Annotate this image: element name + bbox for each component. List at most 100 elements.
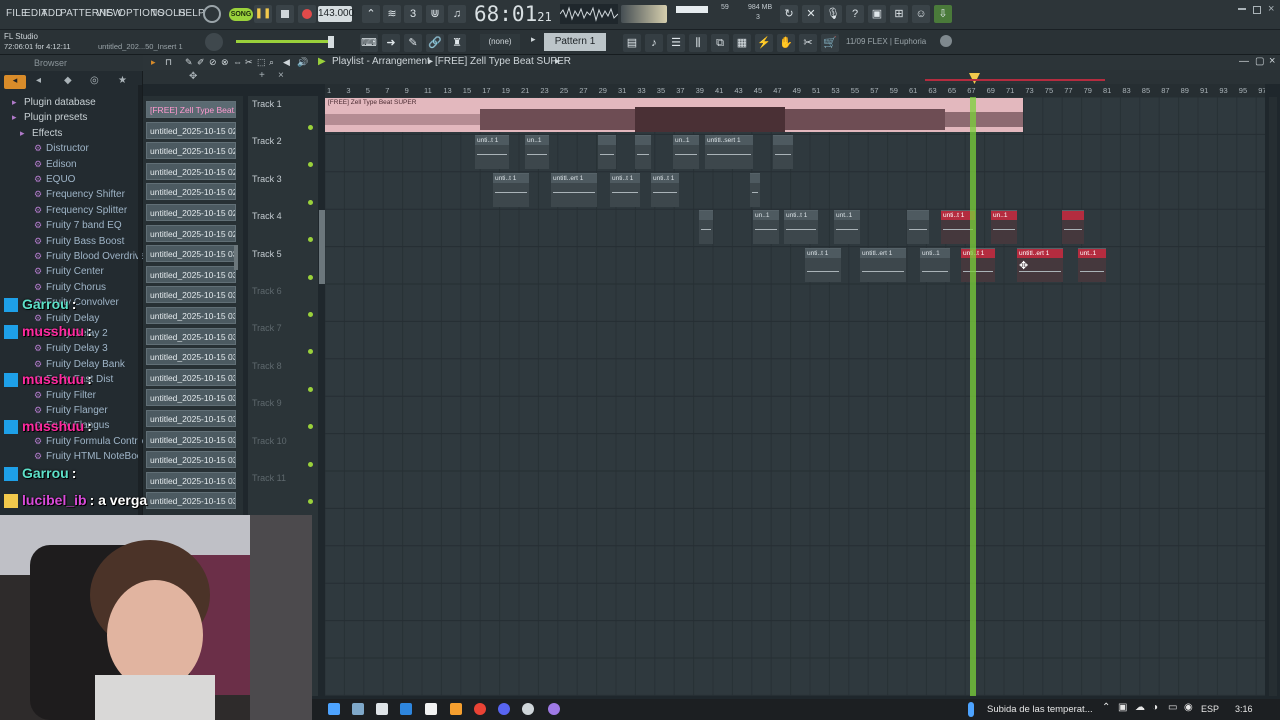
pencil-icon[interactable]: ✎	[404, 34, 422, 52]
pattern-clip[interactable]: unti..t 1	[610, 172, 640, 207]
pattern-clip[interactable]: unt..1	[1078, 247, 1106, 282]
pattern-clip[interactable]: unti..t 1	[805, 247, 841, 282]
typing-keyboard-icon[interactable]: ⌨	[360, 34, 378, 52]
channel-item[interactable]: untitled_2025-10-15 03-...	[146, 307, 236, 324]
master-pitch-knob[interactable]	[205, 33, 223, 51]
pattern-clip[interactable]	[699, 210, 713, 245]
browser-item[interactable]: Frequency Splitter	[46, 205, 127, 216]
slice-tool-icon[interactable]: ✂	[245, 57, 253, 68]
minimize-icon[interactable]	[1238, 8, 1246, 10]
channel-item[interactable]: untitled_2025-10-15 03-...	[146, 430, 236, 448]
track-mute-led-icon[interactable]	[308, 162, 313, 168]
browser-item[interactable]: Fruity Filter	[46, 390, 96, 401]
taskbar-app-icon[interactable]	[548, 703, 560, 715]
taskbar-vscode-icon[interactable]	[400, 703, 412, 715]
mixer-view-icon[interactable]: ⫼	[689, 34, 707, 52]
playlist-vscrollbar[interactable]	[1269, 97, 1277, 696]
channel-item[interactable]: untitled_2025-10-15 03-...	[146, 389, 236, 407]
pattern-prev-icon[interactable]: ▸	[531, 34, 541, 50]
track-name[interactable]: Track 2	[252, 136, 282, 146]
speaker-icon[interactable]: 🔊	[297, 57, 308, 68]
paint-tool-icon[interactable]: ✐	[197, 57, 205, 68]
snap-select[interactable]: (none)	[480, 34, 520, 50]
record-icon[interactable]	[298, 5, 316, 23]
track-name[interactable]: Track 9	[252, 398, 282, 408]
browser-back-icon[interactable]: ◂	[4, 75, 26, 89]
track-name[interactable]: Track 1	[252, 99, 282, 109]
pattern-clip[interactable]	[1062, 210, 1084, 245]
pattern-clip[interactable]: un..1	[673, 135, 699, 170]
pause-icon[interactable]: ❚❚	[254, 5, 272, 23]
song-mode-button[interactable]: SONG	[229, 8, 253, 21]
track-mute-led-icon[interactable]	[308, 349, 313, 355]
browser-item[interactable]: Fruity HTML NoteBook	[46, 451, 147, 462]
countdown-icon[interactable]: 3	[404, 5, 422, 23]
taskbar-store-icon[interactable]	[328, 703, 340, 715]
help-icon[interactable]: ?	[846, 5, 864, 23]
browser-item[interactable]: Distructor	[46, 143, 89, 154]
track-mute-led-icon[interactable]	[308, 461, 313, 467]
channel-item[interactable]: untitled_2025-10-15 02-...	[146, 183, 236, 201]
track-mute-led-icon[interactable]	[308, 424, 313, 430]
channel-item[interactable]: untitled_2025-10-15 02-...	[146, 121, 236, 139]
browser-item[interactable]: Fruity Chorus	[46, 282, 106, 293]
refresh-icon[interactable]: ↻	[780, 5, 798, 23]
stamp-icon[interactable]: ♜	[448, 34, 466, 52]
browser-item[interactable]: Fruity Delay 3	[46, 343, 108, 354]
browser-toggle-icon[interactable]: ▦	[733, 34, 751, 52]
browser-tag-icon[interactable]: ◆	[64, 75, 72, 86]
pattern-clip[interactable]: untitl..ert 1	[551, 172, 597, 207]
channel-scrollbar-thumb[interactable]	[234, 245, 238, 270]
taskbar-explorer-icon[interactable]	[352, 703, 364, 715]
mixer-icon[interactable]: ⊞	[890, 5, 908, 23]
taskbar-flstudio-icon[interactable]	[450, 703, 462, 715]
taskbar-settings-icon[interactable]	[522, 703, 534, 715]
track-mute-led-icon[interactable]	[308, 274, 313, 280]
track-mute-led-icon[interactable]	[308, 237, 313, 243]
select-tool-icon[interactable]: ⬚	[257, 57, 266, 68]
mute-tool-icon[interactable]: ⊗	[221, 57, 229, 68]
draw-tool-icon[interactable]: ✎	[185, 57, 193, 68]
browser-item[interactable]: Effects	[32, 128, 62, 139]
loop-region[interactable]	[925, 79, 1105, 81]
master-volume-slider[interactable]	[236, 40, 334, 43]
channel-item[interactable]: untitled_2025-10-15 02-...	[146, 224, 236, 242]
menu-help[interactable]: HELP	[178, 8, 205, 19]
pattern-clip[interactable]: unti..t 1	[961, 247, 995, 282]
browser-item[interactable]: Edison	[46, 159, 77, 170]
channel-item[interactable]: [FREE] Zell Type Beat...	[146, 101, 236, 118]
pattern-clip[interactable]: unti..t 1	[475, 135, 509, 170]
slip-tool-icon[interactable]: ⇔	[233, 57, 242, 67]
browser-item[interactable]: Fruity Blood Overdrive	[46, 251, 145, 262]
pattern-clip[interactable]: unti..1	[920, 247, 950, 282]
channel-item[interactable]: untitled_2025-10-15 03-...	[146, 265, 236, 283]
track-name[interactable]: Track 5	[252, 249, 282, 259]
channel-rack-icon[interactable]: ☰	[667, 34, 685, 52]
plugin-icon[interactable]: ⚡	[755, 34, 773, 52]
timeline-ruler[interactable]: 1 3 5 7 9 11 13 15 17 19 21 23 25 27 29 31 33 35 37 39 41 43 4…	[325, 84, 1265, 97]
tray-headset-icon[interactable]: ◑	[1152, 702, 1158, 713]
download-icon[interactable]: ⇩	[934, 5, 952, 23]
close-icon[interactable]: ×	[1268, 3, 1274, 15]
pattern-clip[interactable]: untitl..ert 1	[860, 247, 906, 282]
pattern-clip[interactable]: un..1	[991, 210, 1017, 245]
pattern-clip[interactable]	[907, 210, 929, 245]
browser-item[interactable]: Plugin presets	[24, 112, 87, 123]
delete-tool-icon[interactable]: ⊘	[209, 57, 217, 68]
browser-star-icon[interactable]: ★	[118, 75, 127, 86]
pattern-clip[interactable]	[598, 135, 616, 170]
channel-item[interactable]: untitled_2025-10-15 02-...	[146, 162, 236, 180]
playlist-maximize-icon[interactable]: ▢	[1255, 56, 1264, 67]
zoom-tool-icon[interactable]: ⌕	[269, 57, 274, 68]
channel-item[interactable]: untitled_2025-10-15 02-...	[146, 204, 236, 221]
playlist-minimize-icon[interactable]: —	[1239, 56, 1249, 67]
online-icon[interactable]	[940, 35, 952, 47]
pattern-clip[interactable]	[773, 135, 793, 170]
news-ticker[interactable]: 11/09 FLEX | Euphoria	[846, 37, 926, 46]
track-name[interactable]: Track 8	[252, 361, 282, 371]
track-name[interactable]: Track 6	[252, 286, 282, 296]
close-track-icon[interactable]: ×	[278, 70, 284, 81]
browser-item[interactable]: Frequency Shifter	[46, 189, 125, 200]
browser-item[interactable]: EQUO	[46, 174, 75, 185]
playlist-icon[interactable]: ▤	[623, 34, 641, 52]
